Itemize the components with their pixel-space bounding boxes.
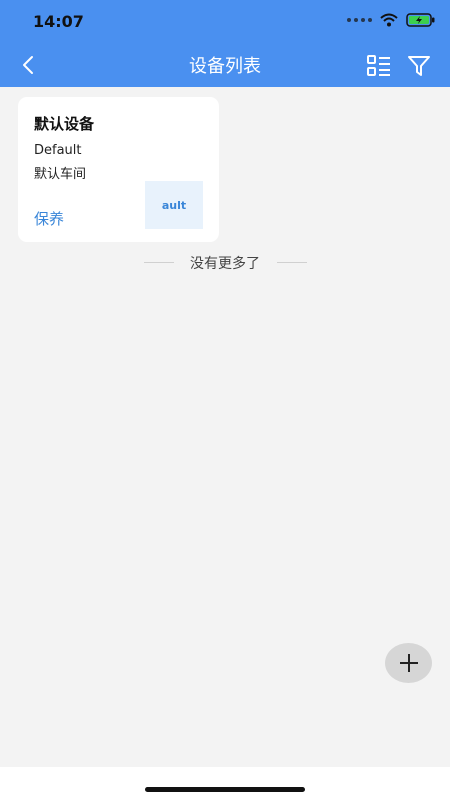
- list-view-icon[interactable]: [366, 53, 392, 79]
- device-thumbnail: ault: [145, 181, 203, 229]
- device-name: 默认设备: [34, 115, 95, 133]
- filter-icon[interactable]: [406, 53, 432, 79]
- signal-icon: [347, 18, 372, 22]
- device-code: Default: [34, 143, 82, 158]
- list-end-text: 没有更多了: [190, 256, 260, 272]
- home-indicator[interactable]: [145, 787, 305, 792]
- top-header: 14:07 设备列表: [0, 0, 450, 87]
- device-location: 默认车间: [34, 167, 87, 182]
- status-time: 14:07: [33, 12, 84, 31]
- maintenance-link[interactable]: 保养: [34, 208, 64, 229]
- device-card[interactable]: 默认设备 Default 默认车间 保养 ault: [18, 97, 219, 242]
- wifi-icon: [380, 13, 398, 27]
- bottom-safe-area: [0, 767, 450, 800]
- battery-icon: [406, 13, 435, 27]
- add-button[interactable]: [385, 643, 432, 683]
- status-icons: [347, 13, 436, 27]
- add-icon: [399, 654, 418, 672]
- divider-right: [277, 262, 307, 263]
